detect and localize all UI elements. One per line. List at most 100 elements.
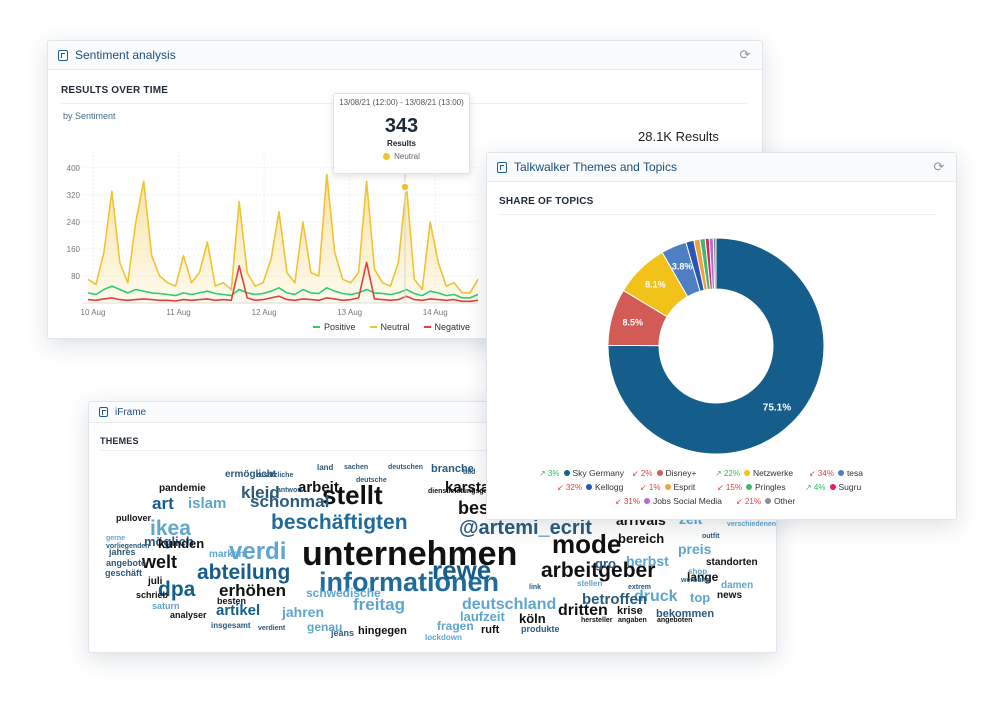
slice-label: 75.1% bbox=[763, 402, 791, 413]
x-tick-label: 10 Aug bbox=[81, 308, 106, 317]
word-cloud-term[interactable]: shop bbox=[688, 568, 707, 576]
neutral-swatch-icon bbox=[369, 326, 377, 328]
legend-entry-pringles[interactable]: ↙ 15% Pringles bbox=[717, 482, 786, 492]
word-cloud-term[interactable]: outfit bbox=[702, 533, 720, 540]
word-cloud-term[interactable]: sachen bbox=[344, 464, 368, 471]
legend-entry-esprit[interactable]: ↙ 1% Esprit bbox=[640, 482, 695, 492]
word-cloud-term[interactable]: jeans bbox=[331, 629, 354, 638]
word-cloud-term[interactable]: stellen bbox=[577, 580, 602, 588]
word-cloud-term[interactable]: saturn bbox=[152, 602, 180, 611]
word-cloud-term[interactable]: geschäft bbox=[105, 569, 142, 578]
word-cloud-term[interactable]: hingegen bbox=[358, 626, 407, 637]
word-cloud-term[interactable]: gro bbox=[595, 557, 616, 570]
word-cloud-term[interactable]: verschiedenen bbox=[727, 521, 776, 528]
y-tick-label: 320 bbox=[67, 191, 81, 200]
trend-down-icon: ↙ 31% bbox=[615, 496, 640, 506]
legend-entry-other[interactable]: ↙ 21% Other bbox=[736, 496, 795, 506]
word-cloud-term[interactable]: gerne bbox=[106, 535, 125, 542]
tooltip-series: Neutral bbox=[334, 152, 469, 161]
word-cloud-term[interactable]: schrieb bbox=[136, 591, 168, 600]
trend-up-icon: ↗ 3% bbox=[539, 468, 560, 478]
trend-down-icon: ↙ 15% bbox=[717, 482, 742, 492]
trend-up-icon: ↗ 4% bbox=[805, 482, 826, 492]
word-cloud-term[interactable]: abteilung bbox=[197, 562, 290, 583]
word-cloud-term[interactable]: schwedische bbox=[306, 587, 381, 599]
refresh-icon[interactable]: ⟳ bbox=[932, 160, 946, 174]
word-cloud-term[interactable]: news bbox=[717, 591, 742, 601]
word-cloud-term[interactable]: bild bbox=[463, 469, 475, 476]
legend-entry-disney-[interactable]: ↙ 2% Disney+ bbox=[632, 468, 696, 478]
word-cloud-term[interactable]: islam bbox=[188, 496, 226, 511]
legend-neutral[interactable]: Neutral bbox=[369, 322, 410, 332]
legend-label: Disney+ bbox=[665, 468, 697, 478]
word-cloud-term[interactable]: lockdown bbox=[425, 634, 462, 642]
word-cloud-term[interactable]: preis bbox=[678, 542, 711, 556]
legend-label: Kellogg bbox=[594, 482, 624, 492]
word-cloud-term[interactable]: antwort bbox=[277, 487, 302, 494]
word-cloud-term[interactable]: kunden bbox=[158, 537, 204, 550]
section-title: SHARE OF TOPICS bbox=[499, 196, 594, 207]
legend-dot-icon bbox=[764, 498, 771, 504]
legend-dot-icon bbox=[743, 470, 750, 476]
legend-dot-icon bbox=[829, 484, 836, 490]
word-cloud-term[interactable]: bereich bbox=[618, 532, 664, 545]
word-cloud-term[interactable]: fragen bbox=[437, 620, 474, 632]
word-cloud-term[interactable]: werbung bbox=[681, 577, 710, 584]
word-cloud-term[interactable]: insgesamt bbox=[211, 622, 251, 630]
word-cloud-term[interactable]: angeboten bbox=[657, 617, 692, 624]
tooltip-range: 13/08/21 (12:00) - 13/08/21 (13:00) bbox=[339, 98, 464, 107]
legend-label: Other bbox=[773, 496, 796, 506]
trend-down-icon: ↙ 2% bbox=[632, 468, 653, 478]
word-cloud-term[interactable]: @artemi_ecrit bbox=[459, 518, 592, 538]
word-cloud-term[interactable]: land bbox=[317, 464, 333, 472]
legend-entry-sugru[interactable]: ↗ 4% Sugru bbox=[805, 482, 861, 492]
negative-swatch-icon bbox=[423, 326, 431, 328]
word-cloud-term[interactable]: pullover bbox=[116, 514, 151, 523]
legend-entry-netzwerke[interactable]: ↗ 22% Netzwerke bbox=[715, 468, 793, 478]
trend-down-icon: ↙ 32% bbox=[557, 482, 582, 492]
word-cloud-term[interactable]: juli bbox=[148, 577, 162, 587]
legend-label: tesa bbox=[846, 468, 864, 478]
word-cloud-term[interactable]: herbst bbox=[626, 554, 669, 568]
legend-entry-sky-germany[interactable]: ↗ 3% Sky Germany bbox=[539, 468, 624, 478]
word-cloud-term[interactable]: vorliegenden bbox=[106, 543, 150, 550]
talkwalker-topics-card: Talkwalker Themes and Topics ⟳ SHARE OF … bbox=[486, 152, 957, 520]
word-cloud-term[interactable]: top bbox=[690, 591, 710, 604]
word-cloud-term[interactable]: verdient bbox=[258, 625, 285, 632]
word-cloud-term[interactable]: krise bbox=[617, 606, 643, 617]
word-cloud-term[interactable]: ermöglicht bbox=[225, 470, 276, 480]
word-cloud-term[interactable]: produkte bbox=[521, 625, 560, 634]
legend-dot-icon bbox=[656, 470, 663, 476]
legend-label: Sugru bbox=[838, 482, 862, 492]
word-cloud-term[interactable]: analyser bbox=[170, 611, 207, 620]
word-cloud-term[interactable]: art bbox=[152, 495, 174, 512]
word-cloud-term[interactable]: angaben bbox=[618, 617, 647, 624]
word-cloud-term[interactable]: pandemie bbox=[159, 484, 206, 494]
trend-down-icon: ↙ 21% bbox=[736, 496, 761, 506]
word-cloud-term[interactable]: link bbox=[529, 584, 541, 591]
word-cloud-term[interactable]: kleid bbox=[241, 484, 280, 501]
word-cloud-term[interactable]: angebote bbox=[106, 559, 146, 568]
word-cloud-term[interactable]: ruft bbox=[481, 625, 499, 636]
word-cloud-term[interactable]: hersteller bbox=[581, 617, 613, 624]
tooltip-value: 343 bbox=[384, 115, 419, 137]
word-cloud-term[interactable]: rewe bbox=[432, 557, 491, 583]
word-cloud-term[interactable]: welt bbox=[142, 553, 177, 571]
x-tick-label: 13 Aug bbox=[337, 308, 362, 317]
word-cloud-term[interactable]: beschäftigten bbox=[271, 512, 408, 533]
legend-entry-kellogg[interactable]: ↙ 32% Kellogg bbox=[557, 482, 623, 492]
legend-entry-jobs-social-media[interactable]: ↙ 31% Jobs Social Media bbox=[615, 496, 722, 506]
word-cloud-term[interactable]: extrem bbox=[628, 584, 651, 591]
word-cloud-term[interactable]: deutsche bbox=[356, 477, 387, 484]
word-cloud-term[interactable]: marken bbox=[209, 550, 245, 560]
word-cloud-term[interactable]: standorten bbox=[706, 558, 758, 568]
y-tick-label: 80 bbox=[71, 272, 80, 281]
word-cloud-term[interactable]: jahren bbox=[282, 605, 324, 619]
word-cloud-term[interactable]: deutschen bbox=[388, 464, 423, 471]
word-cloud-term[interactable]: arbeit bbox=[298, 480, 339, 495]
highlighted-point[interactable] bbox=[400, 182, 410, 192]
word-cloud-term[interactable]: besten bbox=[217, 597, 246, 606]
legend-negative[interactable]: Negative bbox=[423, 322, 470, 332]
legend-positive[interactable]: Positive bbox=[313, 322, 356, 332]
legend-entry-tesa[interactable]: ↙ 34% tesa bbox=[809, 468, 863, 478]
